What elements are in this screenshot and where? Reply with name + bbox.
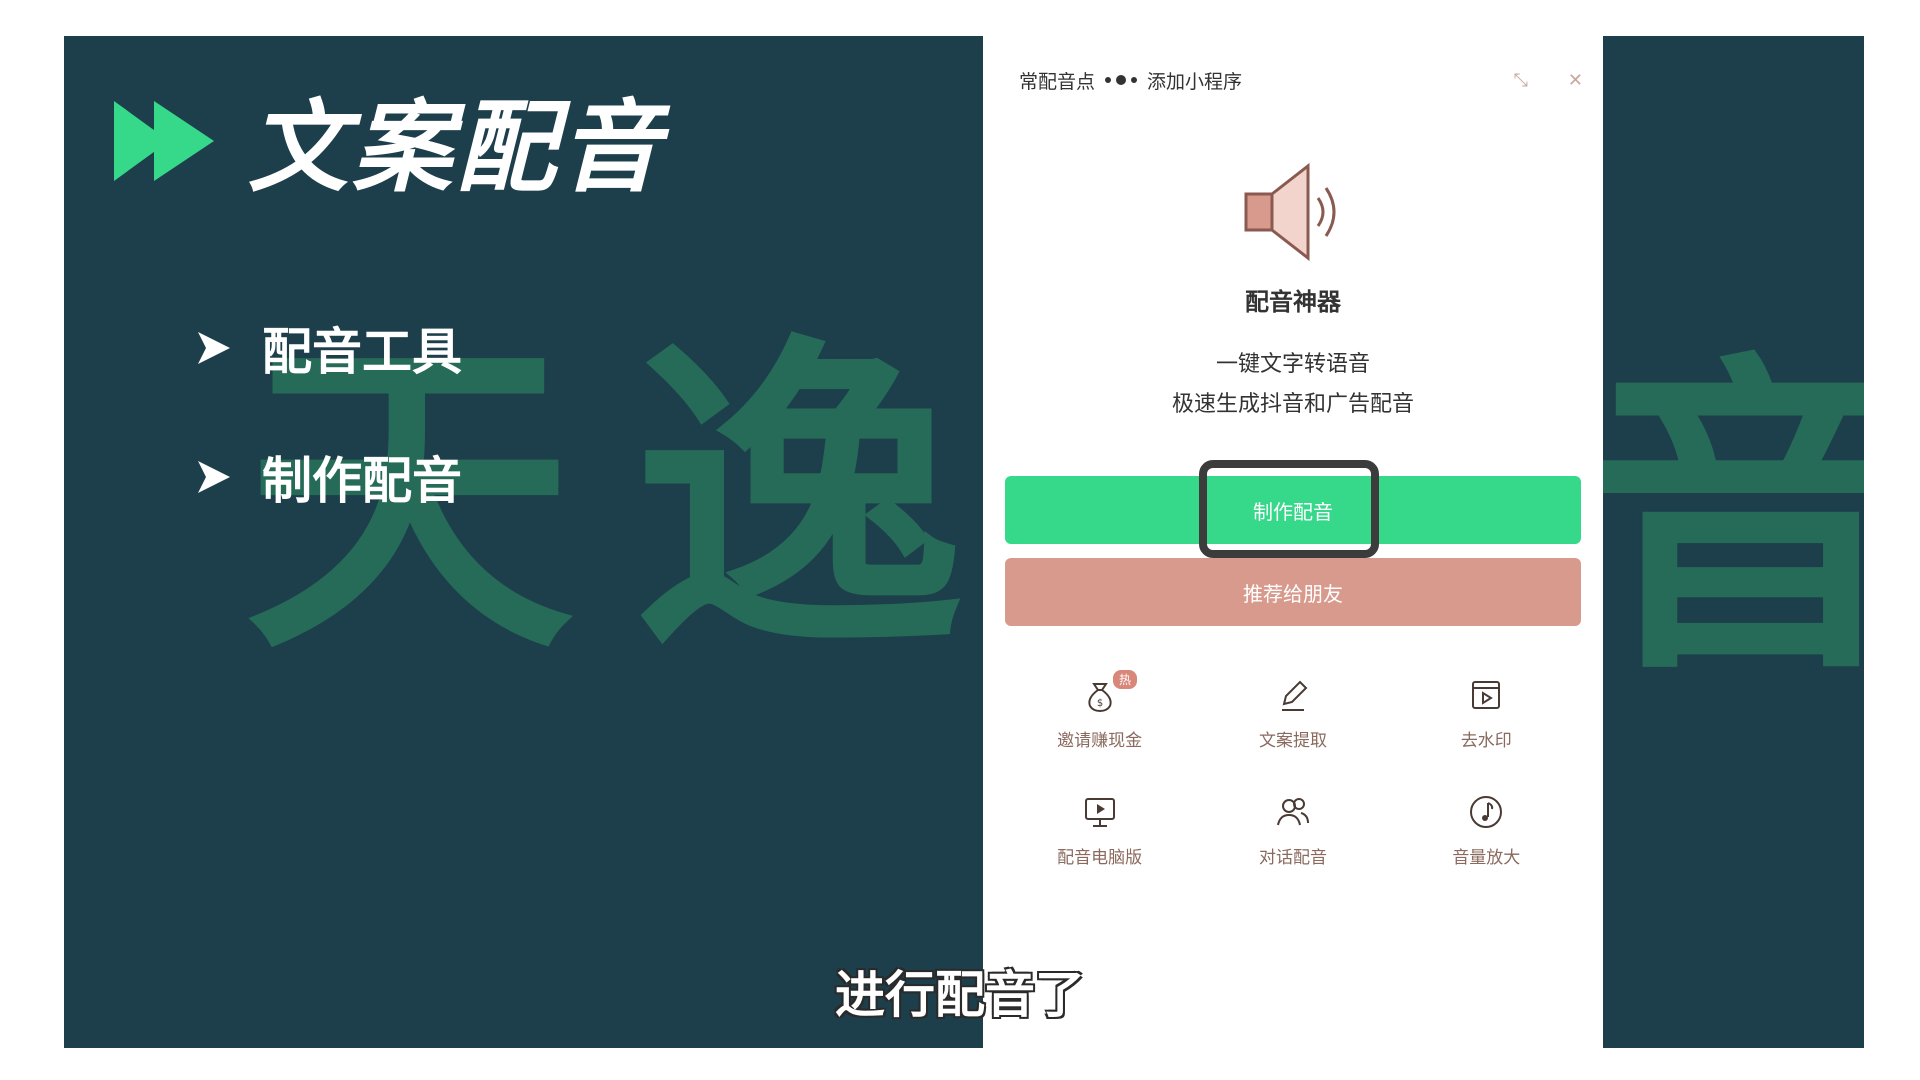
mini-program-top-bar: 常配音点 添加小程序 ⤡ ✕ [1019,62,1583,98]
feature-label: 配音电脑版 [1057,848,1143,868]
bullet-label: 配音工具 [262,323,462,381]
add-mini-program-link[interactable]: 添加小程序 [1147,67,1242,94]
top-bar-left-text: 常配音点 [1019,70,1096,93]
slogan-line: 极速生成抖音和广告配音 [1171,392,1414,417]
feature-dialogue-voiceover[interactable]: 对话配音 [1196,793,1389,868]
arrow-bullet-icon [198,461,230,493]
feature-desktop-version[interactable]: 配音电脑版 [1003,793,1196,868]
minimize-icon[interactable]: ⤡ [1514,70,1528,91]
feature-label: 对话配音 [1258,848,1327,868]
feature-copy-extract[interactable]: 文案提取 [1196,676,1389,751]
close-icon[interactable]: ✕ [1568,70,1583,91]
bullet-label: 制作配音 [262,452,462,510]
bullet-item: 配音工具 [194,312,462,384]
pen-icon [1281,680,1308,711]
arrow-bullet-icon [198,332,230,364]
svg-text:$: $ [1096,698,1102,709]
click-highlight-box [1199,460,1379,558]
mini-program-screen: 常配音点 添加小程序 ⤡ ✕ 配音神器 一键文字转语音 极速生成抖音和广告配音 … [983,36,1603,1048]
slogan-line: 一键文字转语音 [1215,352,1370,377]
users-icon [1277,798,1309,826]
feature-volume-boost[interactable]: 音量放大 [1390,793,1583,868]
feature-grid: 热 $ 邀请赚现金 文案提取 去水印 配音电脑版 对话配音 音量放大 [1003,670,1583,868]
bullet-item: 制作配音 [194,441,462,513]
watermark-text-right: 音 [1584,329,1864,713]
music-note-icon [1470,796,1503,828]
feature-label: 去水印 [1460,731,1512,751]
app-name: 配音神器 [1245,288,1341,316]
more-menu-icon[interactable] [1105,75,1138,85]
feature-invite-cash[interactable]: 热 $ 邀请赚现金 [1003,670,1196,751]
feature-remove-watermark[interactable]: 去水印 [1390,676,1583,751]
video-subtitle: 进行配音了 [835,966,1085,1024]
monitor-play-icon [1084,798,1115,827]
hot-badge: 热 [1113,670,1138,689]
recommend-to-friend-button[interactable]: 推荐给朋友 [1005,558,1581,626]
feature-label: 音量放大 [1452,848,1521,868]
feature-label: 邀请赚现金 [1057,731,1143,751]
slide-title: 文案配音 [248,89,664,206]
speaker-logo-icon [1244,162,1336,262]
fast-forward-icon [114,101,214,181]
video-icon [1472,681,1501,709]
feature-label: 文案提取 [1258,731,1327,751]
